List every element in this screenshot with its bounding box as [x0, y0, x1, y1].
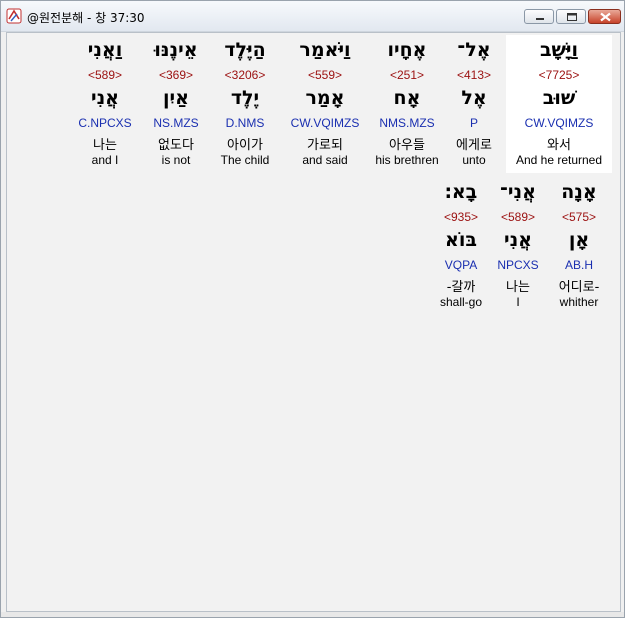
- english-gloss: shall-go: [439, 295, 483, 309]
- korean-gloss: 아이가: [227, 138, 263, 153]
- hebrew-root: בּוֹא: [445, 229, 477, 251]
- hebrew-root: שׁוּב: [542, 87, 576, 109]
- english-gloss: And he returned: [515, 153, 603, 167]
- english-gloss: unto: [462, 153, 486, 167]
- english-gloss: whither: [559, 295, 599, 309]
- hebrew-word: אֵינֶנּוּ: [154, 39, 198, 61]
- korean-gloss: 나는: [506, 280, 530, 295]
- english-gloss: The child: [220, 153, 270, 167]
- word-cell[interactable]: אֵינֶנּוּ <369> אַיִן NS.MZS 없도다 is not: [144, 35, 208, 173]
- hebrew-root: אָח: [393, 87, 421, 109]
- strong-number: <251>: [389, 68, 425, 82]
- english-gloss: is not: [161, 153, 191, 167]
- morphology-code: NPCXS: [497, 258, 539, 272]
- korean-gloss: 나는: [93, 138, 117, 153]
- window-bottom-edge: [1, 612, 624, 617]
- word-cell[interactable]: וַאֲנִי <589> אֲנִי C.NPCXS 나는 and I: [69, 35, 141, 173]
- close-icon: [600, 12, 611, 22]
- word-cell[interactable]: אֲנִי־ <589> אֲנִי NPCXS 나는 I: [494, 177, 542, 315]
- hebrew-word: אֶחָיו: [387, 39, 427, 61]
- hebrew-root: אַיִן: [163, 87, 189, 109]
- strong-number: <369>: [158, 68, 194, 82]
- word-cell[interactable]: אֶחָיו <251> אָח NMS.MZS 아우들 his brethren: [372, 35, 442, 173]
- korean-gloss: 어디로-: [558, 280, 600, 295]
- hebrew-word: וַיֹּאמַר: [299, 39, 351, 61]
- minimize-button[interactable]: [524, 9, 554, 24]
- hebrew-root: אֲנִי: [503, 229, 533, 251]
- strong-number: <589>: [87, 68, 123, 82]
- strong-number: <589>: [500, 210, 536, 224]
- word-cell[interactable]: וַיָּשָׁב <7725> שׁוּב CW.VQIMZS 와서 And he re…: [506, 35, 612, 173]
- strong-number: <3206>: [224, 68, 266, 82]
- english-gloss: his brethren: [375, 153, 439, 167]
- strong-number: <935>: [443, 210, 479, 224]
- hebrew-root: אֲנִי: [90, 87, 120, 109]
- hebrew-word: בָא׃: [444, 181, 478, 203]
- minimize-icon: [536, 18, 544, 20]
- korean-gloss: 없도다: [158, 138, 194, 153]
- morphology-code: AB.H: [564, 258, 593, 272]
- morphology-code: NS.MZS: [153, 116, 199, 130]
- morphology-code: P: [469, 116, 478, 130]
- morphology-code: C.NPCXS: [78, 116, 132, 130]
- hebrew-root: יֶלֶד: [230, 87, 260, 109]
- morphology-code: D.NMS: [225, 116, 265, 130]
- korean-gloss: 아우들: [389, 138, 425, 153]
- hebrew-root: אֶל: [461, 87, 487, 109]
- hebrew-word: הַיֶּלֶד: [224, 39, 266, 61]
- hebrew-word: אֶל־: [457, 39, 491, 61]
- hebrew-word: וַיָּשָׁב: [539, 39, 579, 61]
- morphology-code: CW.VQIMZS: [524, 116, 594, 130]
- maximize-icon: [567, 13, 577, 21]
- korean-gloss: 에게로: [456, 138, 492, 153]
- word-cell[interactable]: בָא׃ <935> בּוֹא VQPA -갈까 shall-go: [432, 177, 490, 315]
- strong-number: <559>: [307, 68, 343, 82]
- hebrew-word: אֲנִי־: [500, 181, 536, 203]
- korean-gloss: 와서: [547, 138, 571, 153]
- maximize-button[interactable]: [556, 9, 586, 24]
- morphology-code: NMS.MZS: [379, 116, 435, 130]
- strong-number: <7725>: [538, 68, 580, 82]
- close-button[interactable]: [588, 9, 621, 24]
- english-gloss: I: [516, 295, 520, 309]
- hebrew-root: אָמַר: [305, 87, 345, 109]
- app-logo-icon: [6, 8, 22, 24]
- morphology-code: VQPA: [444, 258, 478, 272]
- parsing-content-area[interactable]: וַיָּשָׁב <7725> שׁוּב CW.VQIMZS 와서 And he re…: [6, 32, 621, 612]
- window-title: @원전분해 - 창 37:30: [27, 11, 145, 25]
- english-gloss: and I: [91, 153, 119, 167]
- hebrew-root: אָן: [568, 229, 590, 251]
- morphology-code: CW.VQIMZS: [290, 116, 360, 130]
- app-window: @원전분해 - 창 37:30 וַיָּשָׁב <7725> שׁוּב CW.V…: [0, 0, 625, 618]
- word-cell[interactable]: וַיֹּאמַר <559> אָמַר CW.VQIMZS 가로되 and said: [281, 35, 369, 173]
- title-bar[interactable]: @원전분해 - 창 37:30: [1, 1, 624, 32]
- strong-number: <413>: [456, 68, 492, 82]
- word-cell[interactable]: אָנָה <575> אָן AB.H 어디로-whither: [546, 177, 612, 315]
- hebrew-word: וַאֲנִי: [87, 39, 123, 61]
- word-cell[interactable]: הַיֶּלֶד <3206> יֶלֶד D.NMS 아이가 The child: [212, 35, 278, 173]
- strong-number: <575>: [561, 210, 597, 224]
- hebrew-word: אָנָה: [561, 181, 597, 203]
- korean-gloss: -갈까: [446, 280, 476, 295]
- korean-gloss: 가로되: [307, 138, 343, 153]
- english-gloss: and said: [302, 153, 348, 167]
- word-cell[interactable]: אֶל־ <413> אֶל P 에게로 unto: [446, 35, 502, 173]
